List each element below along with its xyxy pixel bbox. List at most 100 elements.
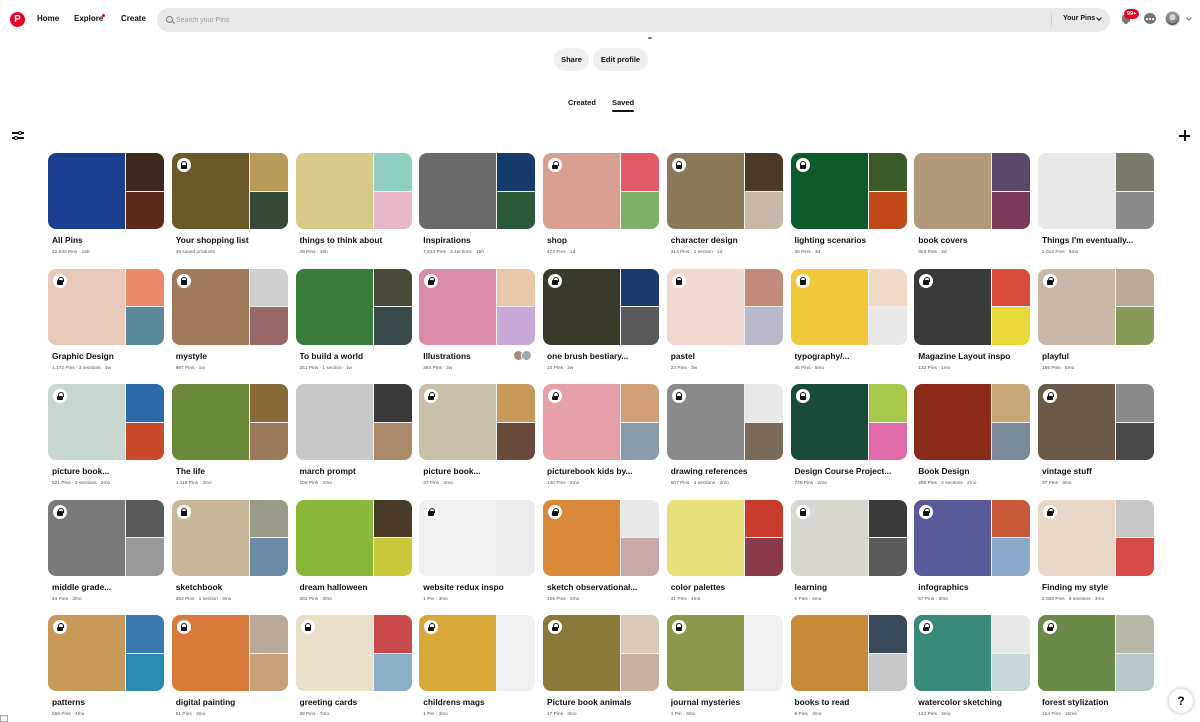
board-cover[interactable] <box>48 384 164 460</box>
board-card[interactable]: Finding my style 2,026 Pins · 6 sections … <box>1038 499 1154 610</box>
board-card[interactable]: things to think about 49 Pins · 15h <box>295 153 412 263</box>
board-cover[interactable] <box>666 499 783 576</box>
board-card[interactable]: Picture book animals 17 Pins · 3mo <box>543 615 659 722</box>
board-cover[interactable] <box>914 153 1031 229</box>
board-card[interactable]: patterns 556 Pins · 4mo <box>48 615 164 722</box>
board-cover[interactable] <box>666 615 783 691</box>
help-button[interactable]: ? <box>1169 689 1193 713</box>
board-cover[interactable] <box>790 384 907 460</box>
board-card[interactable]: learning 6 Pins · 4mo <box>790 499 907 610</box>
board-card[interactable]: sketch observational... 106 Pins · 3mo <box>543 499 659 610</box>
board-cover[interactable] <box>1038 268 1154 345</box>
board-card[interactable]: middle grade... 44 Pins · 3mo <box>48 499 164 610</box>
board-card[interactable]: character design 314 Pins · 1 section · 1… <box>666 153 783 263</box>
board-card[interactable]: shop 473 Pins · 1d <box>543 153 659 263</box>
board-cover[interactable] <box>295 384 412 460</box>
board-cover[interactable] <box>543 384 659 460</box>
search-input[interactable] <box>176 11 1036 29</box>
pinterest-logo-icon[interactable]: P <box>10 12 25 27</box>
board-card[interactable]: greeting cards 26 Pins · 7mo <box>295 615 412 722</box>
board-card[interactable]: forest stylization 164 Pins · 10mo <box>1038 615 1154 722</box>
board-card[interactable]: All Pins 22,632 Pins · 15h <box>48 153 164 263</box>
search-scope-dropdown[interactable]: Your Pins <box>1063 15 1095 22</box>
board-cover[interactable] <box>543 615 659 691</box>
board-cover[interactable] <box>543 499 659 576</box>
messages-icon[interactable] <box>1144 13 1156 24</box>
board-cover[interactable] <box>171 268 288 345</box>
board-cover[interactable] <box>790 615 907 691</box>
search-bar[interactable]: Your Pins <box>157 8 1110 32</box>
board-cover[interactable] <box>1038 153 1154 229</box>
board-cover[interactable] <box>295 499 412 576</box>
board-card[interactable]: one brush bestiary... 10 Pins · 2w <box>543 268 659 379</box>
account-chevron-down-icon[interactable] <box>1186 15 1192 21</box>
nav-explore-link[interactable]: Explore <box>74 14 103 23</box>
board-card[interactable]: lighting scenarios 30 Pins · 3d <box>790 153 907 263</box>
board-card[interactable]: color palettes 31 Pins · 4mo <box>666 499 783 610</box>
board-cover[interactable] <box>419 153 536 229</box>
nav-home-link[interactable]: Home <box>37 14 59 23</box>
board-cover[interactable] <box>914 384 1031 460</box>
board-card[interactable]: The life 1,118 Pins · 2mo <box>171 384 288 494</box>
board-card[interactable]: typography/... 45 Pins · 5mo <box>790 268 907 379</box>
board-card[interactable]: Things I'm eventually... 1,012 Pins · 5mo <box>1038 153 1154 263</box>
board-cover[interactable] <box>790 268 907 345</box>
board-card[interactable]: picture book... 521 Pins · 3 sections · 2… <box>48 384 164 494</box>
board-card[interactable]: picturebook kids by... 140 Pins · 2mo <box>543 384 659 494</box>
chevron-down-icon[interactable] <box>1096 15 1102 21</box>
board-card[interactable]: website redux inspo 1 Pin · 3mo <box>419 499 536 610</box>
board-card[interactable]: dream halloween 282 Pins · 3mo <box>295 499 412 610</box>
nav-create-link[interactable]: Create <box>121 14 146 23</box>
board-card[interactable]: vintage stuff 97 Pins · 3mo <box>1038 384 1154 494</box>
board-cover[interactable] <box>48 499 164 576</box>
board-cover[interactable] <box>666 153 783 229</box>
board-cover[interactable] <box>790 153 907 229</box>
board-cover[interactable] <box>914 615 1031 691</box>
board-card[interactable]: picture book... 37 Pins · 2mo <box>419 384 536 494</box>
board-cover[interactable] <box>295 615 412 691</box>
plus-icon[interactable] <box>1179 130 1190 141</box>
tab-saved[interactable]: Saved <box>612 98 634 107</box>
board-card[interactable]: Illustrations 364 Pins · 3w <box>419 268 536 379</box>
board-card[interactable]: To build a world 251 Pins · 1 section · 1… <box>295 268 412 379</box>
board-cover[interactable] <box>419 615 536 691</box>
board-card[interactable]: journal mysteries 1 Pin · 3mo <box>666 615 783 722</box>
tab-created[interactable]: Created <box>568 98 596 107</box>
board-card[interactable]: Design Course Project... 748 Pins · 2mo <box>790 384 907 494</box>
board-card[interactable]: books to read 8 Pins · 3mo <box>790 615 907 722</box>
board-card[interactable]: march prompt 108 Pins · 2mo <box>295 384 412 494</box>
board-cover[interactable] <box>48 268 164 345</box>
board-card[interactable]: drawing references 507 Pins · 3 sections … <box>666 384 783 494</box>
board-cover[interactable] <box>295 268 412 345</box>
board-cover[interactable] <box>171 499 288 576</box>
board-cover[interactable] <box>790 499 907 576</box>
board-cover[interactable] <box>171 153 288 229</box>
edit-profile-button[interactable]: Edit profile <box>593 48 648 71</box>
board-card[interactable]: infographics 57 Pins · 3mo <box>914 499 1031 610</box>
user-avatar[interactable] <box>1165 11 1180 26</box>
board-cover[interactable] <box>666 268 783 345</box>
board-cover[interactable] <box>1038 615 1154 691</box>
share-button[interactable]: Share <box>554 48 589 71</box>
board-card[interactable]: watercolor sketching 132 Pins · 3mo <box>914 615 1031 722</box>
board-cover[interactable] <box>1038 384 1154 460</box>
board-cover[interactable] <box>914 499 1031 576</box>
board-card[interactable]: Book Design 295 Pins · 2 sections · 2mo <box>914 384 1031 494</box>
board-card[interactable]: pastel 23 Pins · 3w <box>666 268 783 379</box>
board-card[interactable]: playful 165 Pins · 5mo <box>1038 268 1154 379</box>
filter-sliders-icon[interactable] <box>12 130 24 140</box>
board-cover[interactable] <box>48 615 164 691</box>
board-card[interactable]: Magazine Layout inspo 132 Pins · 1mo <box>914 268 1031 379</box>
board-cover[interactable] <box>171 384 288 460</box>
board-cover[interactable] <box>419 499 536 576</box>
board-cover[interactable] <box>48 153 164 229</box>
board-card[interactable]: book covers 303 Pins · 3d <box>914 153 1031 263</box>
board-cover[interactable] <box>171 615 288 691</box>
board-card[interactable]: childrens mags 1 Pin · 3mo <box>419 615 536 722</box>
board-card[interactable]: Your shopping list 48 saved products <box>171 153 288 263</box>
board-cover[interactable] <box>666 384 783 460</box>
board-card[interactable]: digital painting 51 Pins · 3mo <box>171 615 288 722</box>
board-cover[interactable] <box>914 268 1031 345</box>
board-card[interactable]: mystyle 987 Pins · 1w <box>171 268 288 379</box>
board-card[interactable]: Inspirations 7,613 Pins · 3 sections · 15… <box>419 153 536 263</box>
